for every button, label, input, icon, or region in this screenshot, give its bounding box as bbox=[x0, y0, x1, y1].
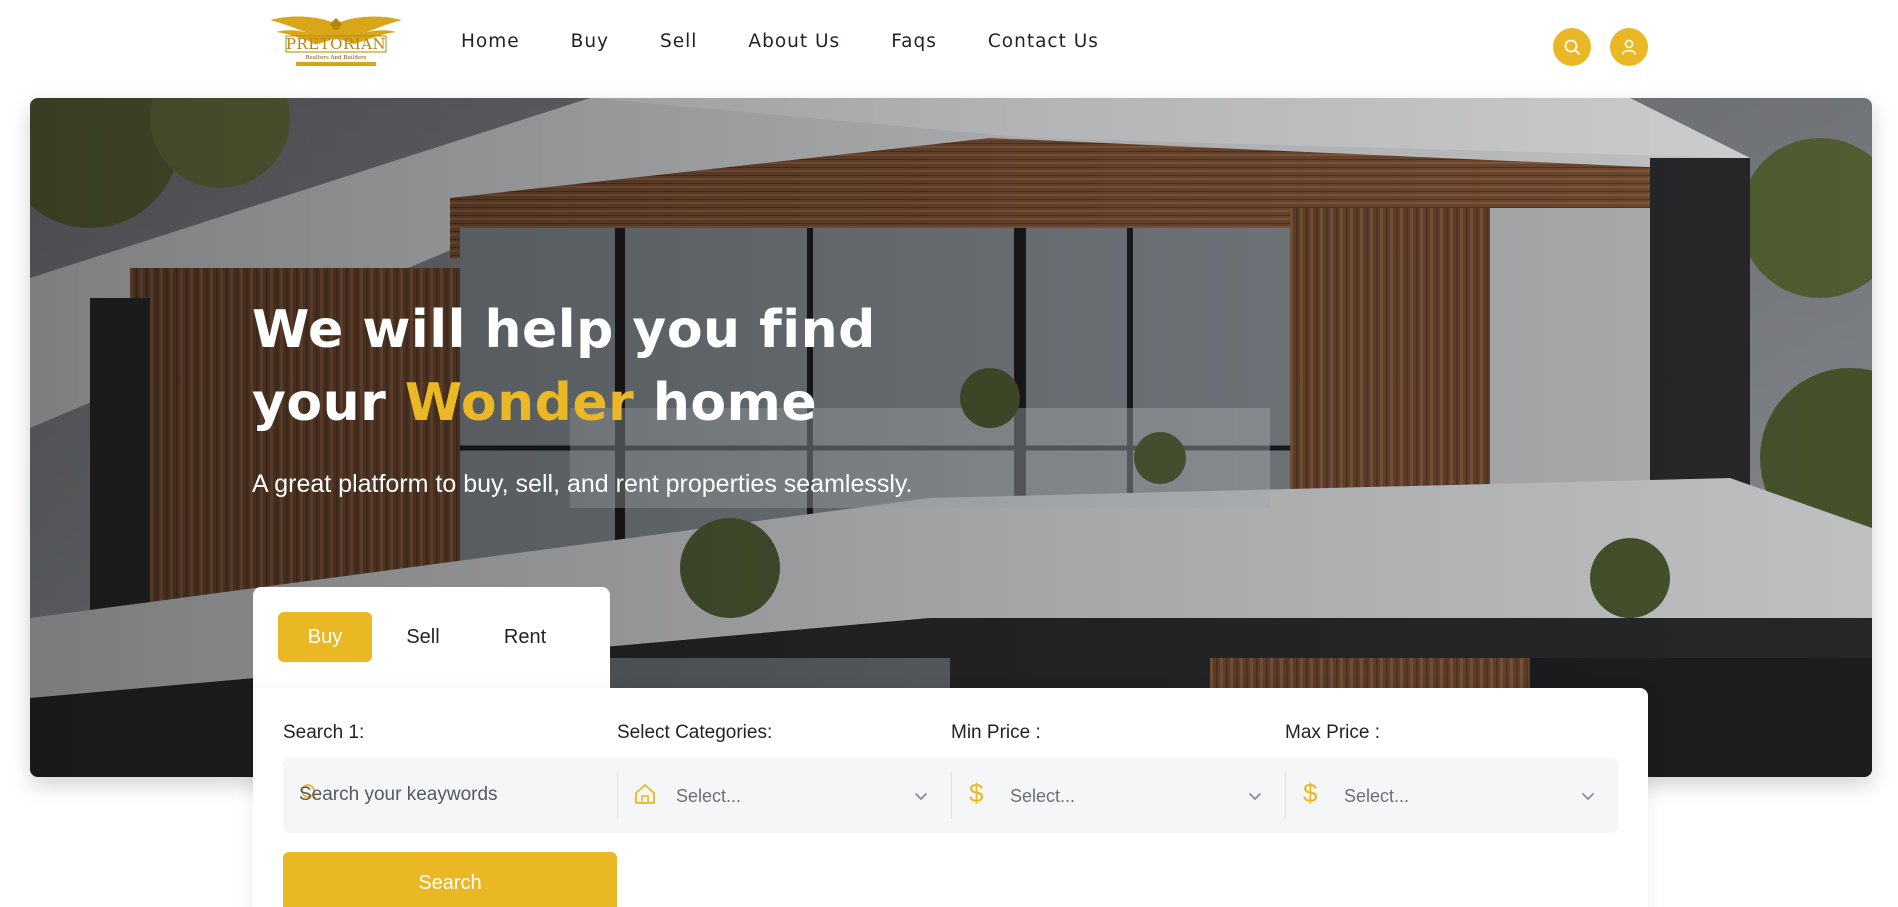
min-price-value: Select... bbox=[1010, 786, 1076, 806]
max-price-label: Max Price : bbox=[1285, 722, 1381, 743]
hero-title-line1: We will help you find bbox=[252, 300, 876, 360]
tab-buy[interactable]: Buy bbox=[278, 612, 372, 662]
logo-emblem: PRETORIAN Realtors And Builders bbox=[270, 16, 402, 66]
search-fields: Search your keaywords Select... $ Select… bbox=[283, 758, 1618, 833]
search-icon bbox=[1564, 39, 1580, 55]
nav-contact-link[interactable]: Contact Us bbox=[988, 30, 1099, 54]
categories-value: Select... bbox=[676, 786, 742, 806]
hero-title-accent: Wonder bbox=[404, 373, 635, 433]
search-tabs: Buy Sell Rent bbox=[253, 587, 610, 689]
header-user-button[interactable] bbox=[1610, 28, 1648, 66]
nav-about-link[interactable]: About Us bbox=[748, 30, 840, 54]
max-price-value: Select... bbox=[1344, 786, 1410, 806]
min-price-select[interactable]: $ Select... bbox=[951, 758, 1285, 833]
tab-sell[interactable]: Sell bbox=[383, 612, 463, 662]
home-icon bbox=[635, 784, 655, 804]
hero-content: We will help you find your Wonder home A… bbox=[252, 294, 913, 499]
site-header: PRETORIAN Realtors And Builders Home Buy… bbox=[0, 0, 1898, 96]
page: PRETORIAN Realtors And Builders Home Buy… bbox=[0, 0, 1898, 907]
chevron-down-icon bbox=[1249, 793, 1261, 800]
field-divider bbox=[617, 772, 618, 819]
header-search-button[interactable] bbox=[1553, 28, 1591, 66]
nav-faqs-link[interactable]: Faqs bbox=[891, 30, 937, 54]
user-icon bbox=[1622, 39, 1636, 55]
keyword-input[interactable]: Search your keaywords bbox=[283, 758, 617, 833]
nav-home-link[interactable]: Home bbox=[461, 30, 520, 54]
max-price-select[interactable]: $ Select... bbox=[1285, 758, 1618, 833]
min-price-label: Min Price : bbox=[951, 722, 1041, 743]
main-nav: Home Buy Sell About Us Faqs Contact Us bbox=[461, 30, 1099, 54]
field-divider bbox=[951, 772, 952, 819]
categories-label: Select Categories: bbox=[617, 722, 773, 743]
search-panel: Search 1: Select Categories: Min Price :… bbox=[253, 688, 1648, 907]
svg-text:Realtors And Builders: Realtors And Builders bbox=[305, 55, 366, 61]
chevron-down-icon bbox=[915, 793, 927, 800]
dollar-icon: $ bbox=[969, 778, 984, 808]
svg-text:PRETORIAN: PRETORIAN bbox=[286, 35, 386, 53]
brand-logo[interactable]: PRETORIAN Realtors And Builders bbox=[268, 16, 404, 70]
dollar-icon: $ bbox=[1303, 778, 1318, 808]
tab-rent[interactable]: Rent bbox=[475, 612, 575, 662]
field-divider bbox=[1285, 772, 1286, 819]
keyword-placeholder: Search your keaywords bbox=[299, 784, 498, 805]
search-button[interactable]: Search bbox=[283, 852, 617, 907]
chevron-down-icon bbox=[1582, 793, 1594, 800]
hero-title: We will help you find your Wonder home bbox=[252, 294, 913, 440]
nav-sell-link[interactable]: Sell bbox=[660, 30, 697, 54]
hero-subtitle: A great platform to buy, sell, and rent … bbox=[252, 470, 913, 498]
nav-buy-link[interactable]: Buy bbox=[571, 30, 609, 54]
hero-title-suffix: home bbox=[652, 373, 818, 433]
keyword-label: Search 1: bbox=[283, 722, 365, 743]
categories-select[interactable]: Select... bbox=[617, 758, 951, 833]
hero-title-prefix: your bbox=[252, 373, 387, 433]
